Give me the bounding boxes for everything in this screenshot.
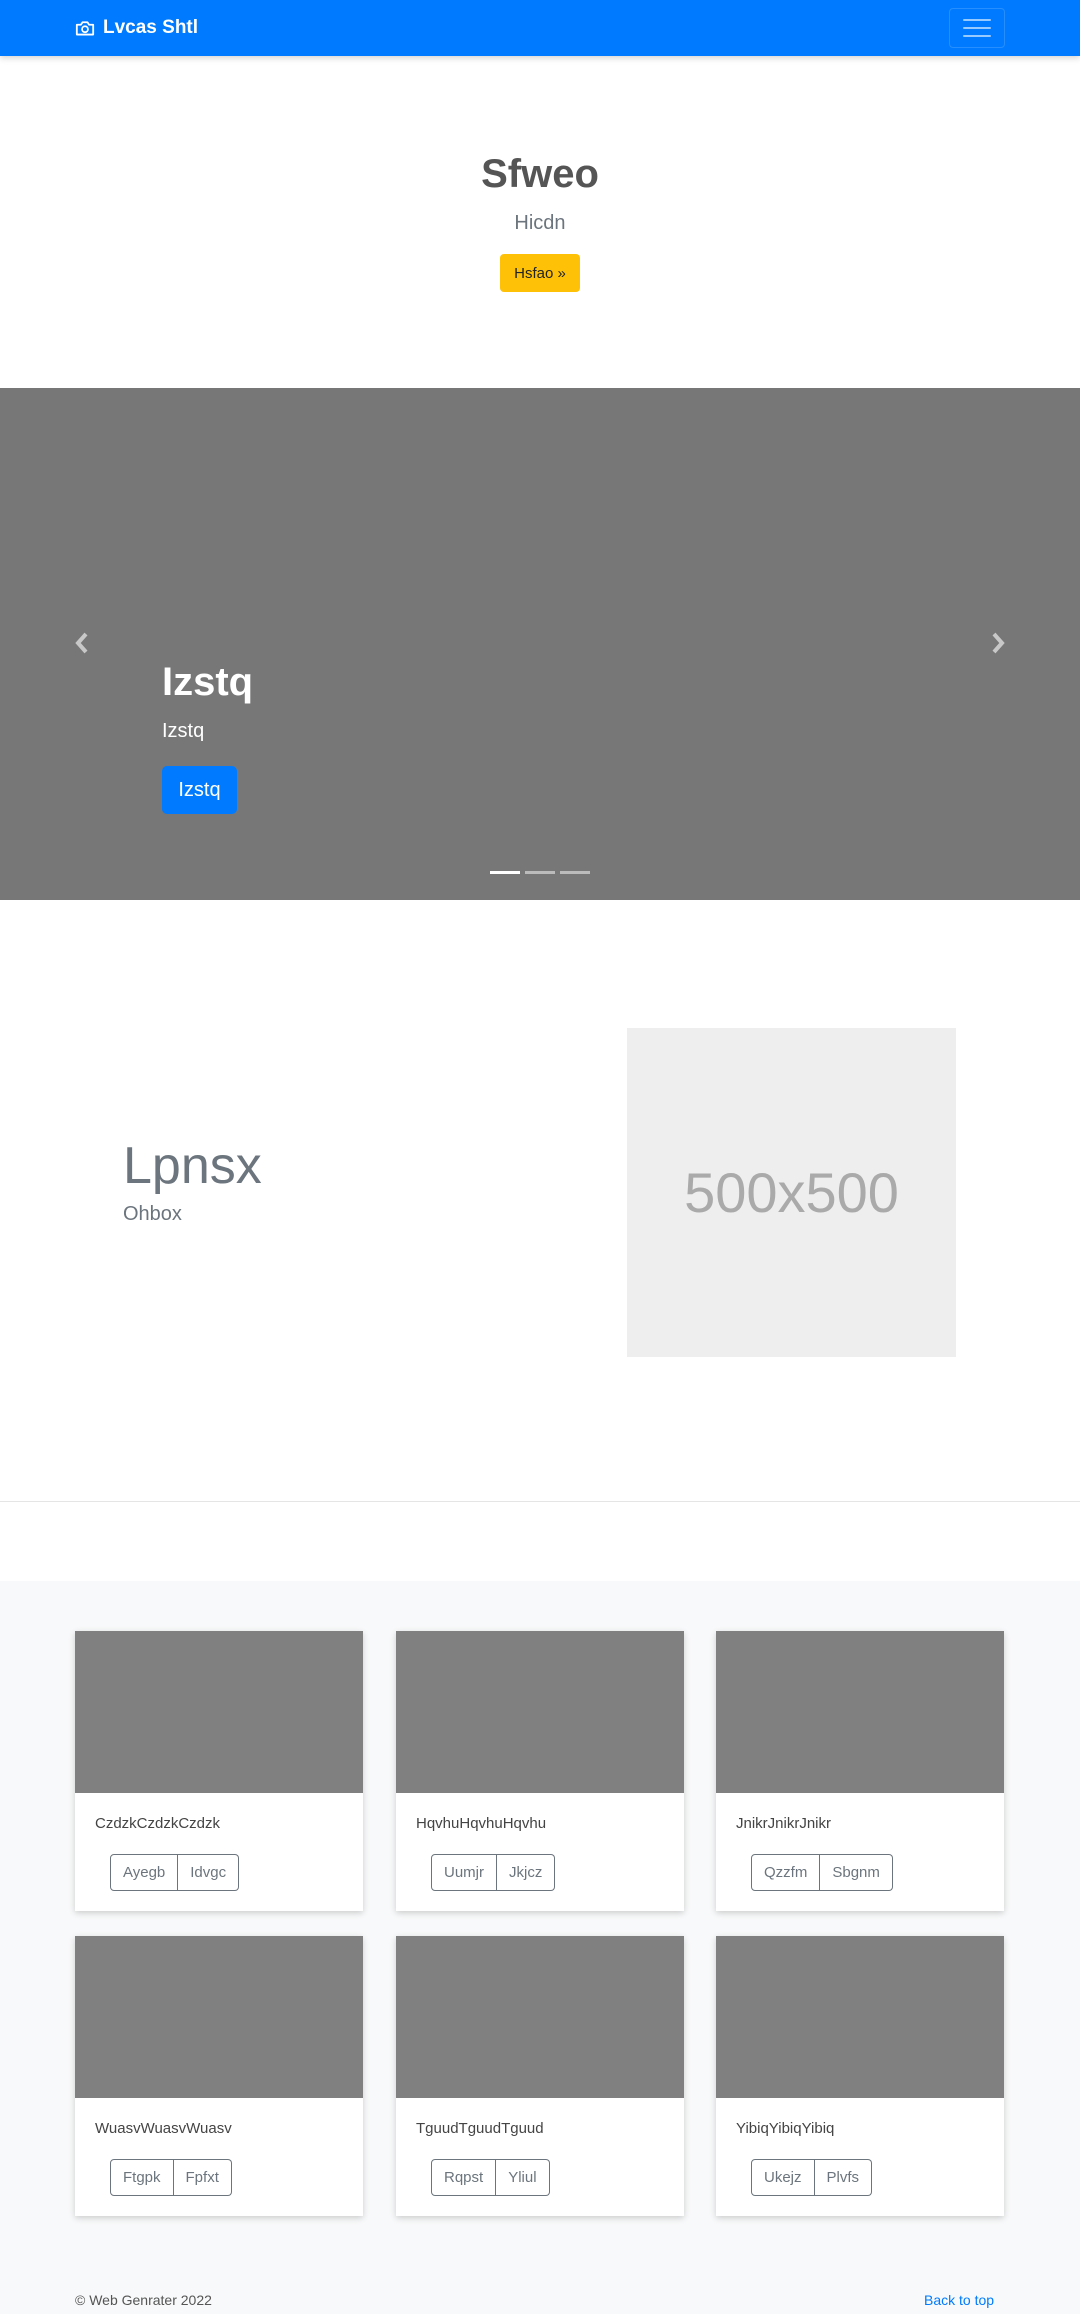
card-button[interactable]: Ftgpk: [110, 2159, 174, 2196]
carousel-indicator-3[interactable]: [560, 871, 590, 874]
card-button[interactable]: Jkjcz: [497, 1854, 556, 1891]
carousel-indicator-1[interactable]: [490, 871, 520, 874]
card-button[interactable]: Fpfxt: [173, 2159, 232, 2196]
carousel-prev-button[interactable]: [70, 628, 94, 658]
featurette-subheading: Ohbox: [123, 1203, 182, 1225]
brand-name: Lvcas Shtl: [103, 17, 199, 38]
album-card: YibiqYibiqYibiq Ukejz Plvfs: [716, 1936, 1004, 2216]
card-button-group: Ayegb Idvgc: [110, 1854, 240, 1891]
hero-button[interactable]: Hsfao »: [500, 254, 580, 292]
card-button-group: Rqpst Yliul: [431, 2159, 550, 2196]
card-image-placeholder: [75, 1631, 363, 1793]
album-section: CzdzkCzdzkCzdzk Ayegb Idvgc HqvhuHqvhuHq…: [0, 1581, 1080, 2314]
hero-subtitle: Hicdn: [514, 212, 566, 234]
album-card: HqvhuHqvhuHqvhu Uumjr Jkjcz: [396, 1631, 684, 1911]
card-button[interactable]: Ayegb: [110, 1854, 179, 1891]
navbar: Lvcas Shtl: [0, 0, 1080, 56]
brand-link[interactable]: Lvcas Shtl: [75, 15, 198, 41]
footer-copyright: © Web Genrater 2022: [75, 2292, 212, 2308]
card-image-placeholder: [716, 1631, 1004, 1793]
album-card: CzdzkCzdzkCzdzk Ayegb Idvgc: [75, 1631, 363, 1911]
card-button-group: Uumjr Jkjcz: [431, 1854, 556, 1891]
chevron-left-icon: [75, 632, 88, 654]
carousel-caption-text: Izstq: [162, 720, 205, 742]
card-button-group: Ukejz Plvfs: [751, 2159, 873, 2196]
carousel-indicator-2[interactable]: [525, 871, 555, 874]
chevron-right-icon: [992, 632, 1005, 654]
card-button-group: Qzzfm Sbgnm: [751, 1854, 893, 1891]
card-button[interactable]: Uumjr: [431, 1854, 497, 1891]
card-text: YibiqYibiqYibiq: [736, 2120, 835, 2137]
camera-icon: [75, 21, 95, 36]
card-image-placeholder: [396, 1936, 684, 2098]
card-button-group: Ftgpk Fpfxt: [110, 2159, 232, 2196]
carousel-caption-title: Izstq: [162, 660, 254, 704]
carousel-caption-button[interactable]: Izstq: [162, 766, 237, 814]
card-text: HqvhuHqvhuHqvhu: [416, 1815, 547, 1832]
featurette-heading: Lpnsx: [123, 1137, 262, 1195]
card-image-placeholder: [396, 1631, 684, 1793]
card-button[interactable]: Sbgnm: [820, 1854, 893, 1891]
hamburger-icon: [963, 19, 991, 21]
card-button[interactable]: Rqpst: [431, 2159, 497, 2196]
carousel-next-button[interactable]: [986, 628, 1010, 658]
card-button[interactable]: Idvgc: [178, 1854, 240, 1891]
hero-title: Sfweo: [481, 152, 599, 196]
card-button[interactable]: Qzzfm: [751, 1854, 821, 1891]
card-button[interactable]: Ukejz: [751, 2159, 815, 2196]
album-card: JnikrJnikrJnikr Qzzfm Sbgnm: [716, 1631, 1004, 1911]
card-text: CzdzkCzdzkCzdzk: [95, 1815, 221, 1832]
card-image-placeholder: [75, 1936, 363, 2098]
card-text: WuasvWuasvWuasv: [95, 2120, 232, 2137]
card-button[interactable]: Plvfs: [814, 2159, 873, 2196]
navbar-toggle-button[interactable]: [949, 8, 1005, 48]
card-image-placeholder: [716, 1936, 1004, 2098]
carousel: Izstq Izstq Izstq: [0, 388, 1080, 900]
album-card: WuasvWuasvWuasv Ftgpk Fpfxt: [75, 1936, 363, 2216]
back-to-top-link[interactable]: Back to top: [924, 2292, 994, 2308]
card-button[interactable]: Yliul: [496, 2159, 550, 2196]
card-text: JnikrJnikrJnikr: [736, 1815, 832, 1832]
album-card: TguudTguudTguud Rqpst Yliul: [396, 1936, 684, 2216]
featurette-divider: [0, 1501, 1080, 1502]
featurette-image-placeholder: 500x500: [627, 1028, 956, 1357]
card-text: TguudTguudTguud: [416, 2120, 544, 2137]
